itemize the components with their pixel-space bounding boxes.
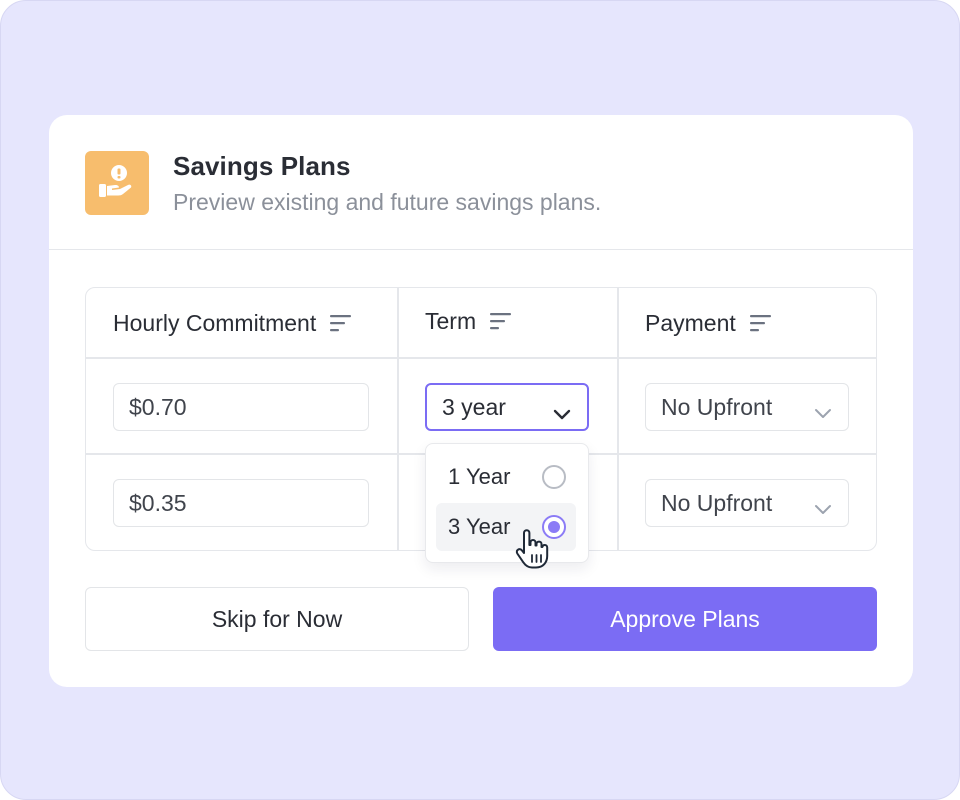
term-dropdown-menu: 1 Year 3 Year bbox=[425, 443, 589, 563]
chevron-down-icon bbox=[814, 399, 832, 426]
term-option-3-year[interactable]: 3 Year bbox=[436, 503, 576, 551]
approve-plans-button[interactable]: Approve Plans bbox=[493, 587, 877, 651]
payment-select-value: No Upfront bbox=[661, 489, 773, 516]
column-header-label: Hourly Commitment bbox=[113, 309, 317, 336]
skip-for-now-button[interactable]: Skip for Now bbox=[85, 587, 469, 651]
term-option-1-year[interactable]: 1 Year bbox=[436, 453, 576, 501]
column-divider bbox=[617, 288, 619, 550]
hand-cursor-icon bbox=[515, 529, 549, 574]
column-header-hourly-commitment[interactable]: Hourly Commitment bbox=[113, 288, 352, 358]
column-header-term[interactable]: Term bbox=[425, 286, 512, 356]
column-divider bbox=[397, 288, 399, 550]
sort-icon[interactable] bbox=[330, 314, 352, 332]
column-header-label: Term bbox=[425, 307, 477, 334]
hourly-commitment-input[interactable]: $0.70 bbox=[113, 383, 369, 431]
column-header-label: Payment bbox=[645, 309, 736, 336]
column-header-payment[interactable]: Payment bbox=[645, 288, 772, 358]
term-option-label: 1 Year bbox=[448, 464, 511, 489]
radio-button[interactable] bbox=[542, 465, 566, 489]
payment-select-value: No Upfront bbox=[661, 393, 773, 420]
term-option-label: 3 Year bbox=[448, 514, 511, 539]
page-subtitle: Preview existing and future savings plan… bbox=[173, 189, 602, 215]
hourly-commitment-input[interactable]: $0.35 bbox=[113, 479, 369, 527]
savings-plans-card: Savings Plans Preview existing and futur… bbox=[49, 115, 913, 687]
hand-coin-icon bbox=[85, 151, 149, 215]
payment-select[interactable]: No Upfront bbox=[645, 479, 849, 527]
page-background: Savings Plans Preview existing and futur… bbox=[0, 0, 960, 800]
chevron-down-icon bbox=[814, 495, 832, 522]
sort-icon[interactable] bbox=[490, 312, 512, 330]
term-select-value: 3 year bbox=[442, 393, 506, 420]
chevron-down-icon bbox=[553, 400, 571, 427]
card-header: Savings Plans Preview existing and futur… bbox=[49, 115, 913, 250]
term-select[interactable]: 3 year bbox=[425, 383, 589, 431]
page-title: Savings Plans bbox=[173, 151, 351, 181]
sort-icon[interactable] bbox=[749, 314, 772, 332]
payment-select[interactable]: No Upfront bbox=[645, 383, 849, 431]
